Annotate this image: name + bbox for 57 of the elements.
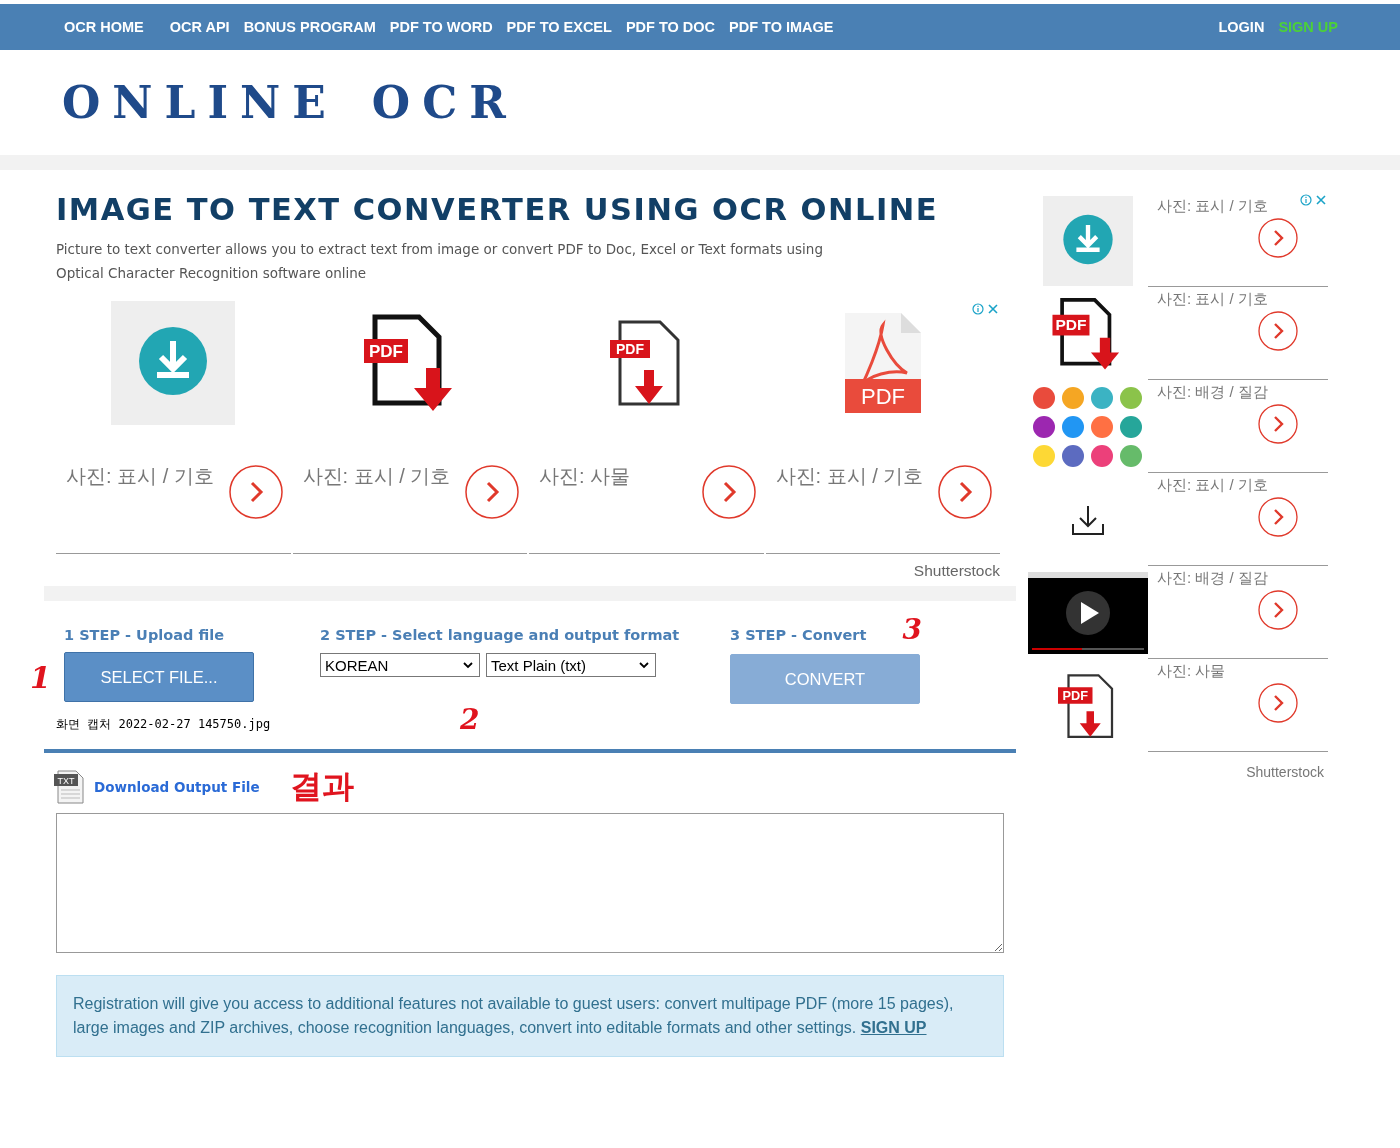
ad-credit[interactable]: Shutterstock <box>56 562 1000 580</box>
site-logo[interactable]: ONLINE OCR <box>62 77 518 128</box>
page-title: IMAGE TO TEXT CONVERTER USING OCR ONLINE <box>56 192 940 227</box>
ad-caption[interactable]: 사진: 배경 / 질감 <box>1157 383 1268 400</box>
notice-text: Registration will give you access to additional features not available to guest users: convert multipage PDF (more 15 pages), large images and ZIP archives, choose recognition languages, convert into editable formats and other settings. SIGN UP <box>73 995 954 1036</box>
close-icon[interactable] <box>1316 195 1326 205</box>
signup-link[interactable]: SIGN UP <box>860 1019 927 1036</box>
chevron-right-icon[interactable] <box>465 465 519 519</box>
nav-link[interactable]: PDF TO EXCEL <box>506 19 612 35</box>
handwritten-mark: 3 <box>902 613 922 646</box>
nav-link[interactable]: PDF TO DOC <box>625 19 716 35</box>
chevron-right-icon[interactable] <box>938 465 992 519</box>
step-heading: 3 STEP - Convert <box>730 627 867 643</box>
chevron-right-icon[interactable] <box>1258 497 1298 537</box>
chevron-down-icon <box>639 661 649 669</box>
chevron-down-icon <box>463 661 473 669</box>
nav-link[interactable]: OCR API <box>169 19 230 35</box>
nav-link[interactable]: PDF TO WORD <box>389 19 493 35</box>
select-file-button[interactable]: SELECT FILE... <box>64 652 254 702</box>
ad-caption[interactable]: 사진: 사물 <box>1157 662 1226 679</box>
ad-caption[interactable]: 사진: 표시 / 기호 <box>775 463 924 490</box>
ad-caption[interactable]: 사진: 사물 <box>539 463 631 490</box>
ad-caption[interactable]: 사진: 표시 / 기호 <box>66 463 214 490</box>
nav-link[interactable]: OCR HOME <box>64 19 144 35</box>
ad-caption[interactable]: 사진: 표시 / 기호 <box>1157 290 1268 307</box>
handwritten-mark: 1 <box>30 659 52 695</box>
chevron-right-icon[interactable] <box>701 465 756 519</box>
file-name: 화면 캡처 2022-02-27 145750.jpg <box>56 716 272 733</box>
chevron-right-icon[interactable] <box>228 465 283 519</box>
language-dropdown[interactable]: KOREAN <box>320 653 480 677</box>
info-icon[interactable] <box>972 303 984 315</box>
step-heading: 1 STEP - Upload file <box>64 627 224 643</box>
text-file-icon: TXT <box>54 770 84 804</box>
info-icon[interactable] <box>1300 194 1312 206</box>
download-link[interactable]: Download Output File <box>94 779 260 795</box>
ad-caption[interactable]: 사진: 배경 / 질감 <box>1157 569 1268 586</box>
chevron-right-icon[interactable] <box>1258 311 1298 351</box>
format-dropdown[interactable]: Text Plain (txt) <box>486 653 656 677</box>
ad-caption[interactable]: 사진: 표시 / 기호 <box>1157 476 1268 493</box>
nav-link[interactable]: PDF TO IMAGE <box>729 19 834 35</box>
close-icon[interactable] <box>988 304 998 314</box>
handwritten-mark: 2 <box>460 703 480 736</box>
ad-caption[interactable]: 사진: 표시 / 기호 <box>302 463 451 490</box>
chevron-right-icon[interactable] <box>1258 218 1298 258</box>
chevron-right-icon[interactable] <box>1258 590 1298 630</box>
step-heading: 2 STEP - Select language and output format <box>320 627 680 643</box>
convert-button[interactable]: CONVERT <box>730 654 920 704</box>
login-link[interactable]: LOGIN <box>1218 19 1265 35</box>
download-icon <box>1071 503 1105 536</box>
chevron-right-icon[interactable] <box>1258 683 1298 723</box>
pdf-document-icon: PDF <box>842 311 923 415</box>
page-description: Picture to text converter allows you to extract text from image or convert PDF to Doc, Excel or Text formats using Optical Character Recognition software online <box>56 240 824 283</box>
ad-caption[interactable]: 사진: 표시 / 기호 <box>1157 197 1268 214</box>
nav-link[interactable]: BONUS PROGRAM <box>243 19 376 35</box>
chevron-right-icon[interactable] <box>1258 404 1298 444</box>
ad-credit[interactable]: Shutterstock <box>1028 764 1328 780</box>
handwritten-note: 결과 <box>289 766 354 807</box>
